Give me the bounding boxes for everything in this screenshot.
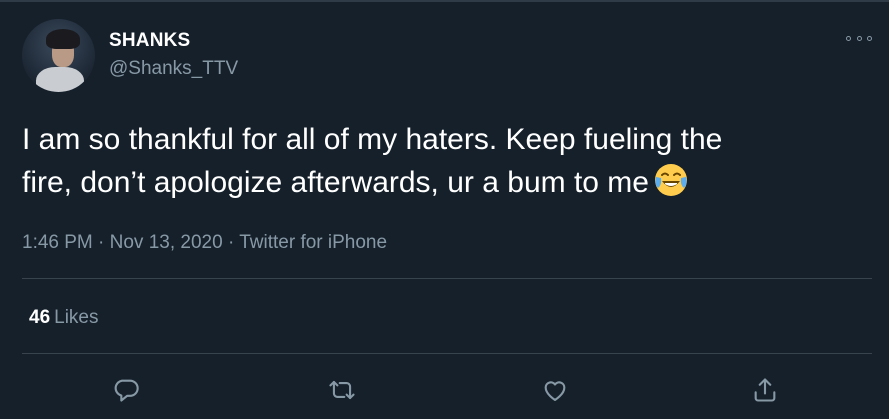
tweet-text-line-2: fire, don’t apologize afterwards, ur a b…: [22, 166, 649, 199]
user-handle[interactable]: @Shanks_TTV: [109, 58, 238, 80]
avatar[interactable]: [22, 19, 95, 92]
face-with-tears-of-joy-icon: [653, 162, 689, 210]
tweet-card: SHANKS @Shanks_TTV I am so thankful for …: [0, 0, 889, 419]
avatar-hair: [46, 29, 80, 49]
tweet-timestamp[interactable]: 1:46 PM · Nov 13, 2020 · Twitter for iPh…: [22, 232, 387, 254]
likes-label: Likes: [54, 307, 99, 328]
heart-icon[interactable]: [539, 374, 571, 406]
likes-stat[interactable]: 46 Likes: [29, 307, 99, 329]
likes-count: 46: [29, 307, 51, 328]
tweet-text: I am so thankful for all of my haters. K…: [22, 118, 872, 210]
more-icon[interactable]: [846, 30, 872, 46]
reply-icon[interactable]: [110, 374, 142, 406]
divider-bottom: [22, 353, 872, 354]
action-bar: [0, 374, 889, 408]
tweet-text-line-1: I am so thankful for all of my haters. K…: [22, 123, 723, 156]
avatar-body: [36, 67, 84, 92]
display-name[interactable]: SHANKS: [109, 30, 190, 52]
divider-top: [22, 278, 872, 279]
top-border: [0, 0, 889, 2]
retweet-icon[interactable]: [326, 374, 358, 406]
share-icon[interactable]: [749, 374, 781, 406]
